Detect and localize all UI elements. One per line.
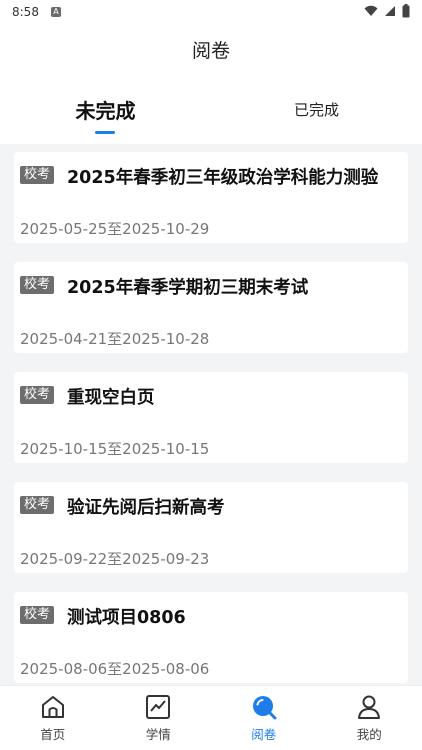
nav-profile[interactable]: 我的 [317,686,422,750]
active-tab-indicator [95,131,115,134]
nav-grading[interactable]: 阅卷 [211,686,317,750]
exam-list[interactable]: 校考 2025年春季初三年级政治学科能力测验 2025-05-25至2025-1… [14,152,408,685]
nav-grading-label: 阅卷 [251,726,277,742]
exam-type-badge: 校考 [20,496,55,514]
status-icons [364,4,410,18]
page-title: 阅卷 [191,39,230,62]
exam-card[interactable]: 校考 验证先阅后扫新高考 2025-09-22至2025-09-23 [14,482,408,573]
exam-title: 测试项目0806 [67,608,186,628]
exam-title: 2025年春季初三年级政治学科能力测验 [67,168,379,188]
header: 阅卷 [0,24,422,74]
exam-title: 验证先阅后扫新高考 [67,498,225,518]
exam-type-badge: 校考 [20,276,55,294]
trend-chart-icon [146,694,171,719]
exam-card[interactable]: 校考 测试项目0806 2025-08-06至2025-08-06 [14,592,408,683]
status-time: 8:58 [12,5,39,19]
status-bar: 8:58 A [0,0,422,24]
nav-home-label: 首页 [40,726,66,742]
exam-type-badge: 校考 [20,386,55,404]
exam-date-range: 2025-08-06至2025-08-06 [20,660,210,678]
exam-card[interactable]: 校考 2025年春季学期初三期末考试 2025-04-21至2025-10-28 [14,262,408,353]
nav-profile-label: 我的 [356,726,382,742]
exam-card[interactable]: 校考 重现空白页 2025-10-15至2025-10-15 [14,372,408,463]
user-icon [358,695,381,719]
exam-date-range: 2025-09-22至2025-09-23 [20,550,210,568]
exam-date-range: 2025-10-15至2025-10-15 [20,440,210,458]
exam-title: 2025年春季学期初三期末考试 [67,278,309,298]
battery-icon [402,4,410,18]
wifi-icon [364,5,378,16]
nav-home[interactable]: 首页 [0,686,106,750]
tab-incomplete[interactable]: 未完成 [0,74,211,144]
notification-icon: A [50,7,61,17]
tab-incomplete-label: 未完成 [75,98,136,123]
tab-bar: 未完成 已完成 [0,74,422,144]
exam-type-badge: 校考 [20,166,55,184]
exam-date-range: 2025-05-25至2025-10-29 [20,220,210,238]
tab-completed[interactable]: 已完成 [211,74,422,144]
home-icon [41,695,64,718]
nav-analysis[interactable]: 学情 [106,686,212,750]
screen: 8:58 A 阅卷 未完成 已完成 校考 2025年春季初三年级政治学科能力测验… [0,0,422,750]
exam-card[interactable]: 校考 2025年春季初三年级政治学科能力测验 2025-05-25至2025-1… [14,152,408,243]
search-icon [252,695,277,719]
exam-date-range: 2025-04-21至2025-10-28 [20,330,210,348]
exam-type-badge: 校考 [20,606,55,624]
nav-analysis-label: 学情 [145,726,171,742]
exam-title: 重现空白页 [67,388,155,408]
signal-icon [385,6,395,16]
tab-completed-label: 已完成 [293,100,339,119]
bottom-nav: 首页 学情 阅卷 我的 [0,685,422,750]
